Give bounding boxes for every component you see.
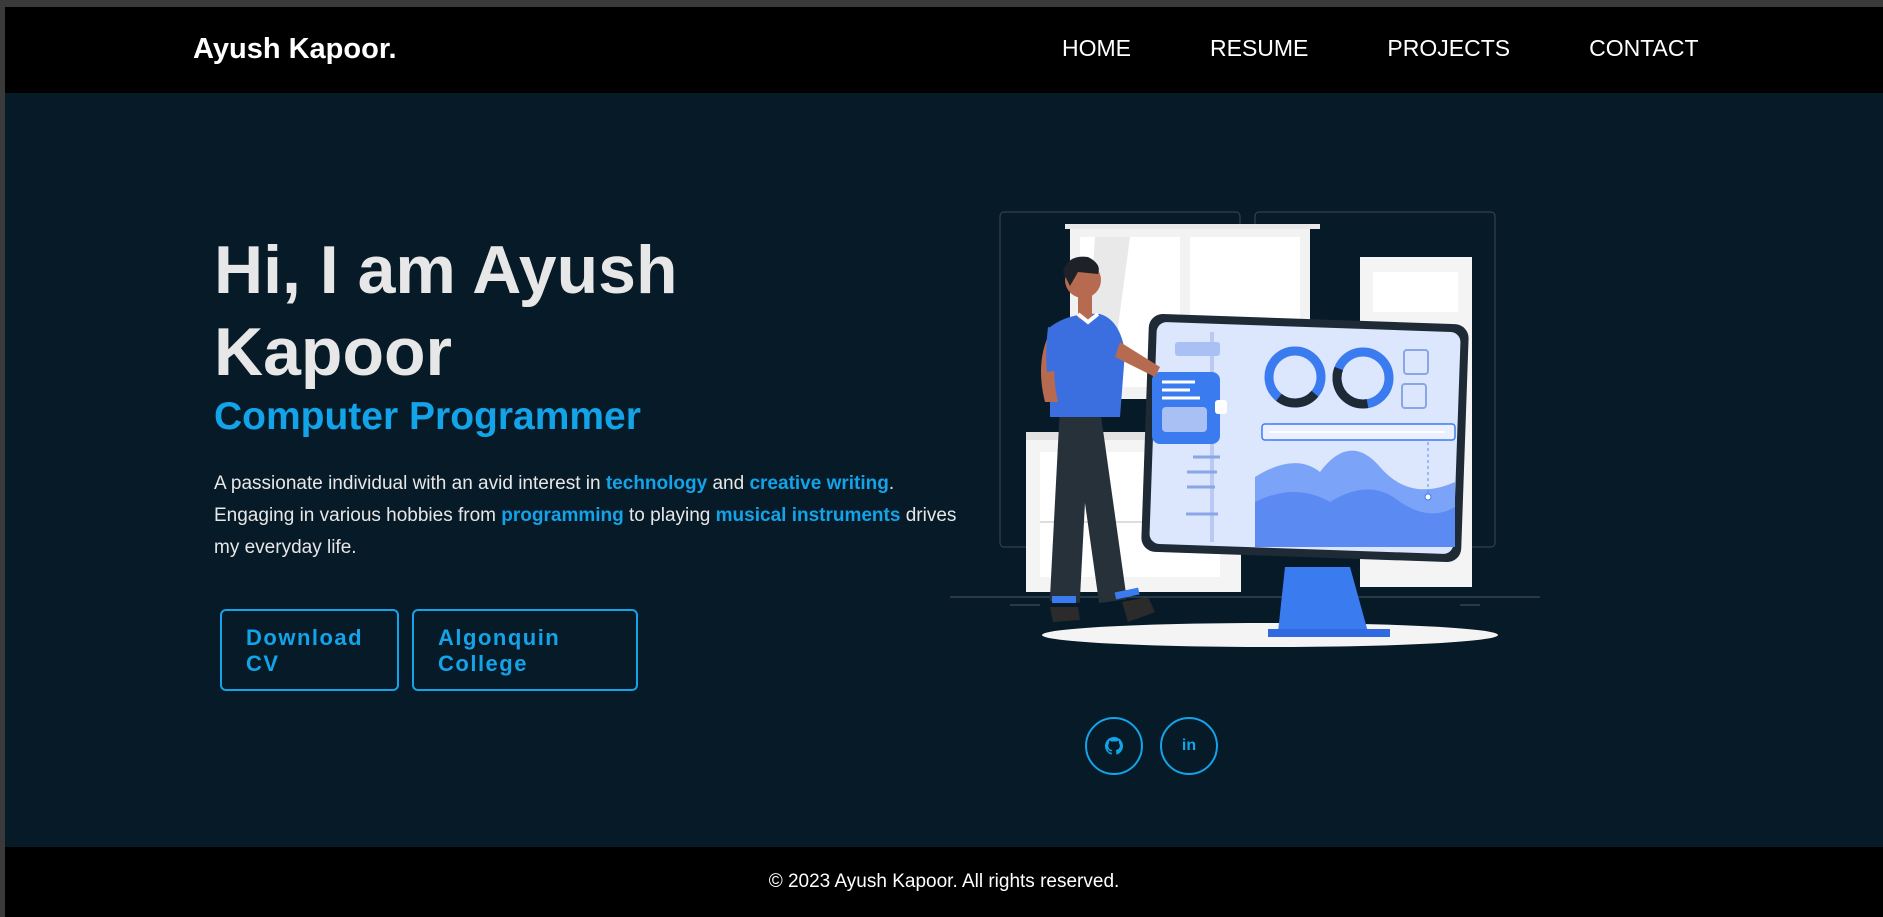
footer-copyright: © 2023 Ayush Kapoor. All rights reserved… (768, 871, 1120, 892)
nav-link-home[interactable]: HOME (1062, 35, 1131, 62)
algonquin-label-1: Algonquin (438, 625, 561, 650)
download-cv-label-1: Download (246, 625, 364, 650)
nav-link-contact[interactable]: CONTACT (1589, 35, 1698, 62)
nav-link-resume[interactable]: RESUME (1210, 35, 1308, 62)
github-link[interactable] (1085, 717, 1143, 775)
desc-text: and (707, 473, 750, 494)
desc-text: A passionate individual with an avid int… (214, 473, 606, 494)
hero-subtitle: Computer Programmer (214, 395, 641, 438)
hero-description: A passionate individual with an avid int… (214, 468, 974, 564)
nav-link-projects[interactable]: PROJECTS (1387, 35, 1510, 62)
highlight-technology: technology (605, 473, 708, 494)
highlight-creative-writing: creative writing (749, 473, 889, 494)
top-nav: Ayush Kapoor. HOME RESUME PROJECTS CONTA… (5, 7, 1883, 93)
desc-text: to playing (623, 505, 716, 526)
page-frame: Ayush Kapoor. HOME RESUME PROJECTS CONTA… (5, 7, 1883, 917)
hero-title: Hi, I am Ayush Kapoor (214, 232, 678, 390)
download-cv-label-2: CV (246, 651, 280, 676)
algonquin-label-2: College (438, 651, 528, 676)
nav-links: HOME RESUME PROJECTS CONTACT (1062, 35, 1699, 62)
brand-logo[interactable]: Ayush Kapoor. (193, 33, 397, 66)
footer: © 2023 Ayush Kapoor. All rights reserved… (5, 847, 1883, 917)
highlight-musical-instruments: musical instruments (715, 505, 901, 526)
highlight-programming: programming (501, 505, 624, 526)
hero-illustration (950, 211, 1540, 647)
download-cv-button[interactable]: Download CV (220, 609, 399, 691)
linkedin-icon: in (1181, 737, 1197, 754)
linkedin-link[interactable]: in (1160, 717, 1218, 775)
github-icon (1105, 737, 1123, 755)
algonquin-college-button[interactable]: Algonquin College (412, 609, 638, 691)
